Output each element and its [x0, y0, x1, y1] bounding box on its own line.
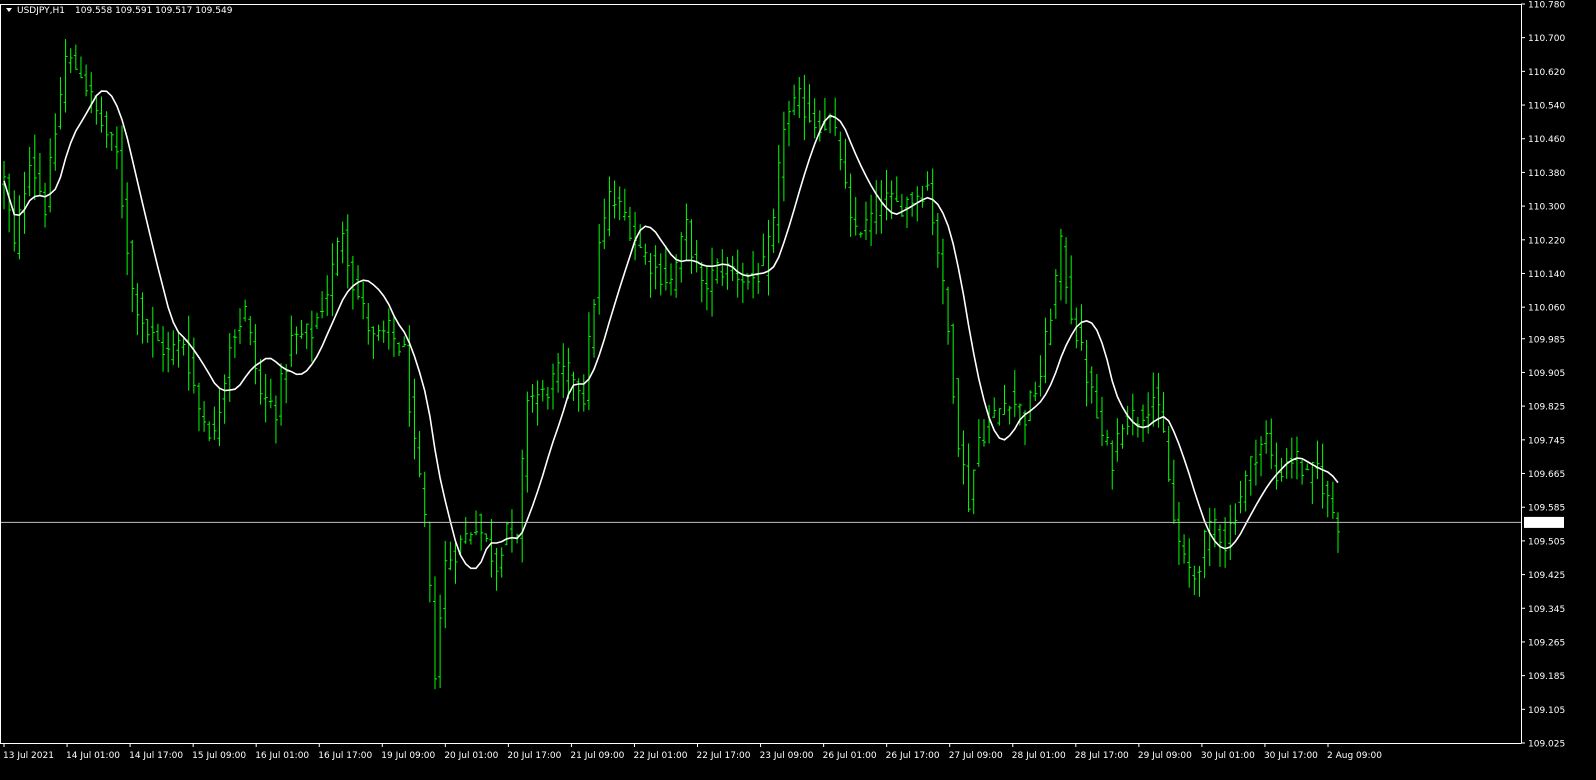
y-tick-label: 110.140	[1528, 270, 1565, 280]
y-tick-label: 110.220	[1528, 236, 1565, 246]
y-tick-label: 109.665	[1528, 470, 1565, 480]
x-tick-label: 16 Jul 01:00	[255, 751, 309, 761]
price-chart[interactable]: 110.780 110.700 110.620 110.540 110.460 110.3…	[0, 0, 1596, 780]
y-tick-label: 110.380	[1528, 169, 1565, 179]
symbol-info[interactable]: USDJPY,H1 109.558 109.591 109.517 109.54…	[6, 6, 233, 16]
current-price-label: 109.549	[1524, 516, 1564, 528]
current-price-value: 109.549	[1527, 518, 1564, 528]
x-tick-label: 28 Jul 17:00	[1075, 751, 1129, 761]
x-tick-label: 19 Jul 09:00	[381, 751, 435, 761]
x-tick-label: 13 Jul 2021	[3, 751, 54, 761]
x-tick-label: 30 Jul 17:00	[1264, 751, 1318, 761]
x-tick-label: 2 Aug 09:00	[1327, 751, 1382, 761]
x-tick-label: 22 Jul 17:00	[697, 751, 751, 761]
x-tick-label: 26 Jul 17:00	[886, 751, 940, 761]
x-tick-label: 30 Jul 01:00	[1201, 751, 1255, 761]
y-tick-label: 109.505	[1528, 537, 1565, 547]
chart-background	[0, 0, 1596, 780]
x-tick-label: 20 Jul 17:00	[507, 751, 561, 761]
x-tick-label: 27 Jul 09:00	[949, 751, 1003, 761]
y-tick-label: 110.460	[1528, 135, 1565, 145]
x-tick-label: 16 Jul 17:00	[318, 751, 372, 761]
y-tick-label: 109.345	[1528, 605, 1565, 615]
x-tick-label: 14 Jul 17:00	[129, 751, 183, 761]
y-tick-label: 109.025	[1528, 740, 1565, 750]
y-tick-label: 109.825	[1528, 403, 1565, 413]
y-tick-label: 110.300	[1528, 203, 1565, 213]
y-tick-label: 109.905	[1528, 369, 1565, 379]
x-tick-label: 29 Jul 09:00	[1138, 751, 1192, 761]
x-tick-label: 22 Jul 01:00	[633, 751, 687, 761]
y-tick-label: 109.985	[1528, 335, 1565, 345]
y-tick-label: 109.425	[1528, 571, 1565, 581]
x-tick-label: 14 Jul 01:00	[66, 751, 120, 761]
x-tick-label: 21 Jul 09:00	[570, 751, 624, 761]
y-tick-label: 109.265	[1528, 638, 1565, 648]
y-tick-label: 109.745	[1528, 436, 1565, 446]
y-tick-label: 110.540	[1528, 102, 1565, 112]
x-tick-label: 26 Jul 01:00	[823, 751, 877, 761]
y-tick-label: 110.700	[1528, 34, 1565, 44]
y-tick-label: 110.620	[1528, 68, 1565, 78]
y-tick-label: 110.780	[1528, 1, 1565, 11]
y-tick-label: 110.060	[1528, 304, 1565, 314]
symbol-label: USDJPY,H1	[17, 6, 65, 16]
x-tick-label: 15 Jul 09:00	[192, 751, 246, 761]
x-tick-label: 23 Jul 09:00	[760, 751, 814, 761]
x-tick-label: 28 Jul 01:00	[1012, 751, 1066, 761]
x-tick-label: 20 Jul 01:00	[444, 751, 498, 761]
y-tick-label: 109.585	[1528, 504, 1565, 514]
y-tick-label: 109.105	[1528, 706, 1565, 716]
ohlc-values: 109.558 109.591 109.517 109.549	[75, 6, 233, 16]
y-tick-label: 109.185	[1528, 672, 1565, 682]
